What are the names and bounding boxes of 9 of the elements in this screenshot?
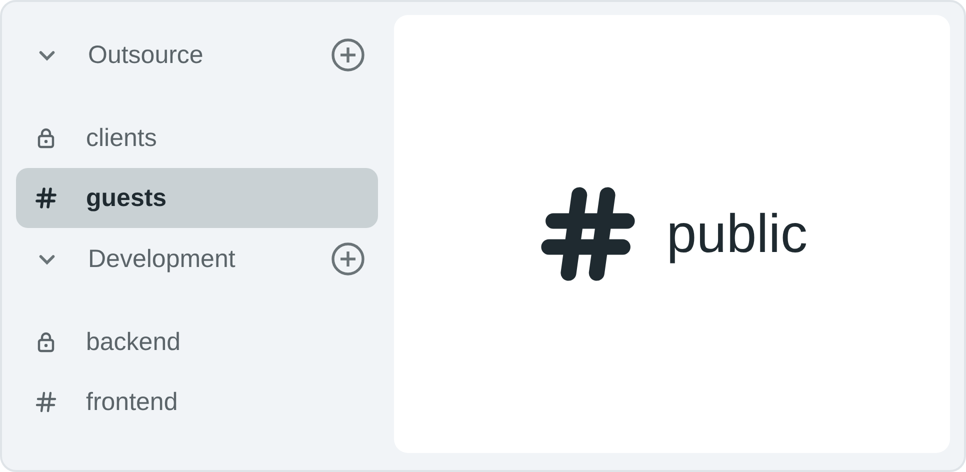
channel-item[interactable]: frontend bbox=[16, 372, 378, 432]
channel-title: public bbox=[666, 203, 808, 265]
group-name[interactable]: Outsource bbox=[88, 40, 330, 70]
channel-item[interactable]: clients bbox=[16, 108, 378, 168]
group-name[interactable]: Development bbox=[88, 244, 330, 274]
add-icon[interactable] bbox=[330, 241, 366, 277]
channel-item[interactable]: backend bbox=[16, 312, 378, 372]
channel-item[interactable]: guests bbox=[16, 168, 378, 228]
add-icon[interactable] bbox=[330, 37, 366, 73]
